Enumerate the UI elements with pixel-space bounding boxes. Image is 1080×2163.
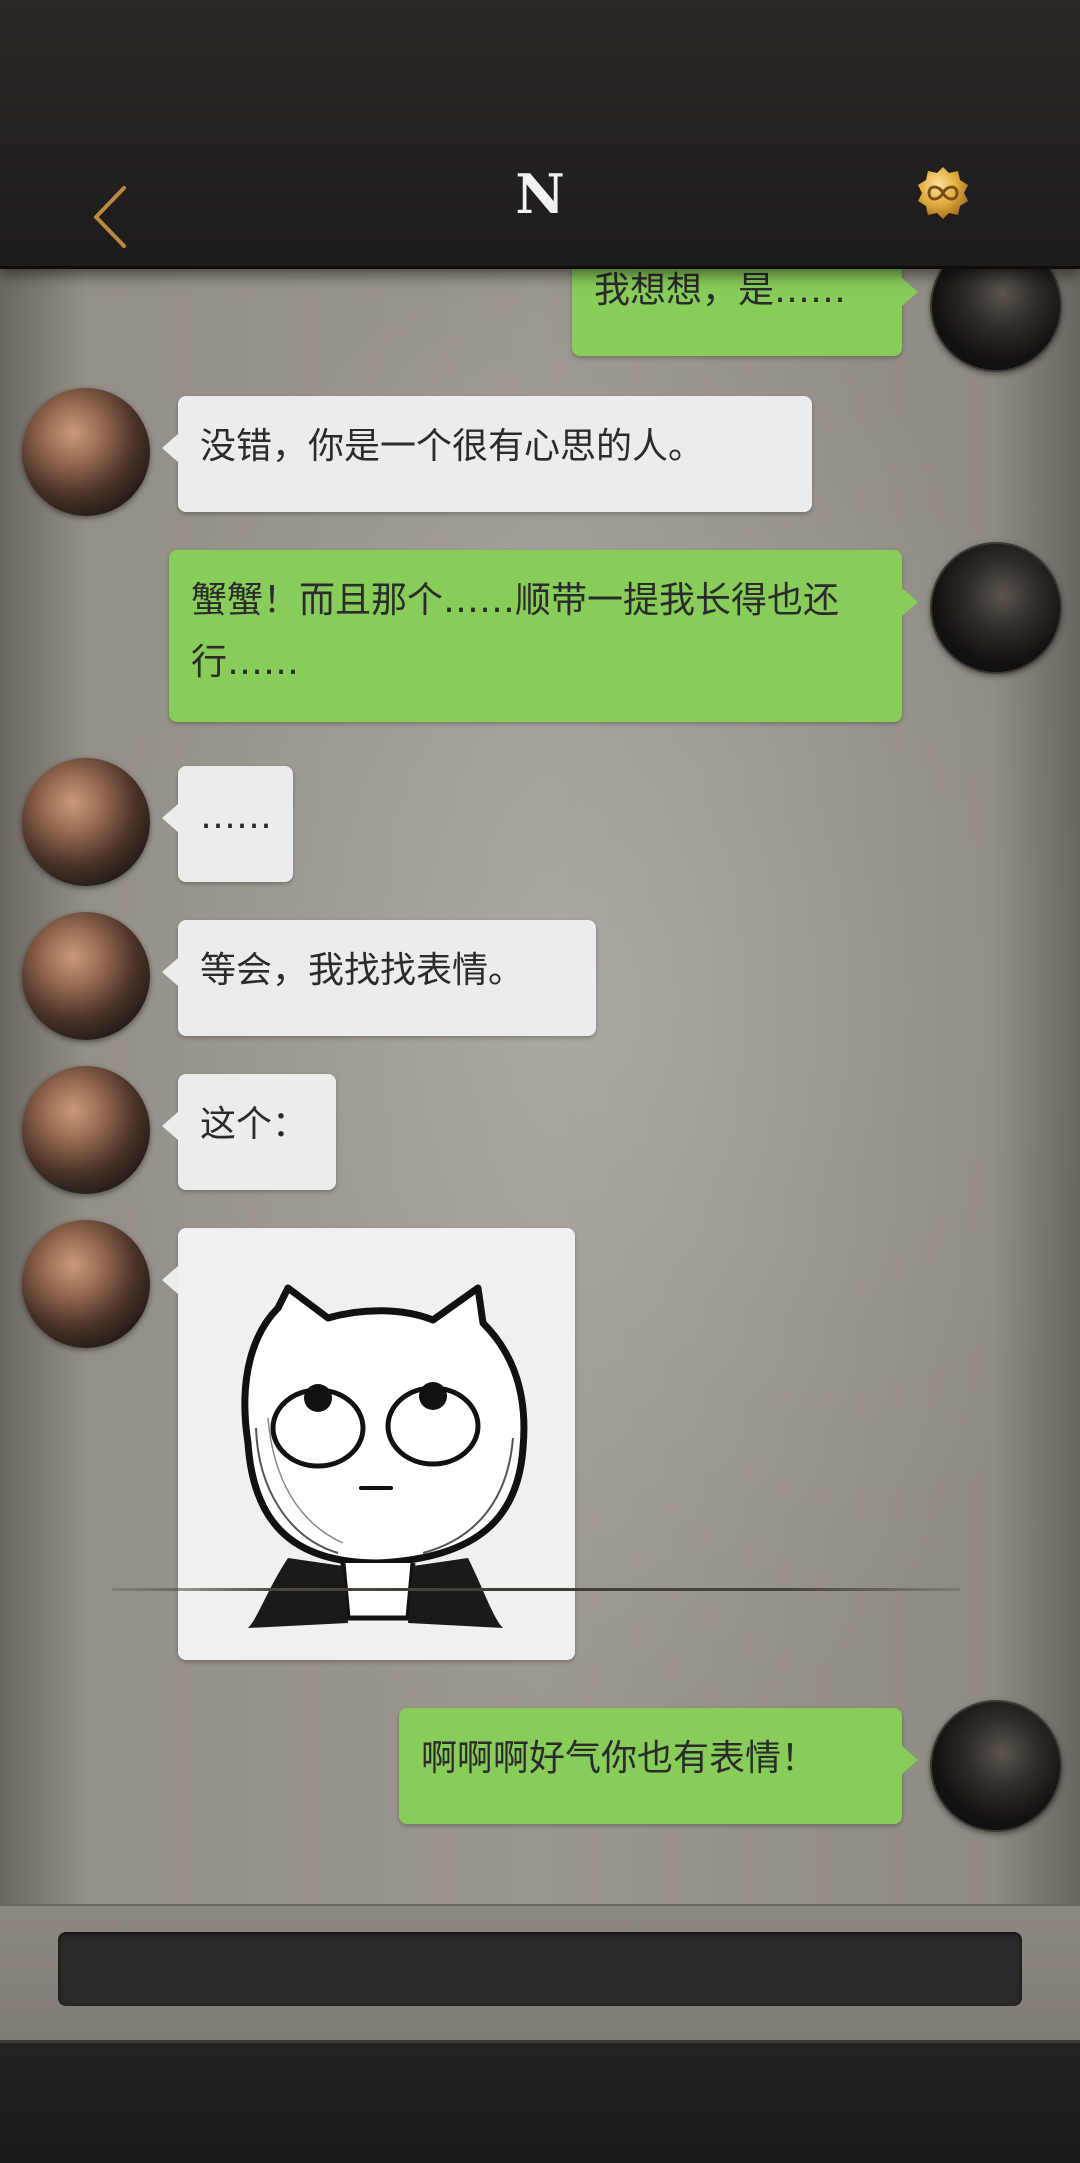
sticker-message[interactable] [162, 1228, 575, 1660]
top-header: N [0, 0, 1080, 269]
message-bubble-incoming[interactable]: 等会，我找找表情。 [162, 920, 596, 1036]
input-area [0, 1904, 1080, 2042]
message-text: 没错，你是一个很有心思的人。 [200, 426, 705, 467]
message-input[interactable] [58, 1932, 1022, 2006]
avatar-self[interactable] [930, 1700, 1062, 1832]
infinity-badge-icon [918, 167, 968, 219]
avatar-contact[interactable] [22, 912, 150, 1040]
message-text: 这个： [200, 1104, 309, 1145]
message-bubble-incoming[interactable]: 这个： [162, 1074, 336, 1190]
chat-end-divider [112, 1588, 960, 1591]
message-bubble-incoming[interactable]: …… [162, 766, 293, 882]
avatar-self[interactable] [930, 542, 1062, 674]
cartoon-cat-rolling-eyes-sticker [241, 1284, 528, 1628]
message-bubble-outgoing[interactable]: 我想想，是…… [572, 266, 918, 356]
chat-area[interactable]: 我想想，是…… 没错，你是一个很有心思的人。 蟹蟹！而且那个……顺带一提我长得也… [0, 266, 1080, 1904]
infinity-badge-button[interactable] [916, 166, 970, 220]
avatar-contact[interactable] [22, 758, 150, 886]
bottom-bar [0, 2040, 1080, 2163]
message-text: 等会，我找找表情。 [200, 950, 525, 991]
message-text: …… [200, 796, 272, 837]
avatar-contact[interactable] [22, 388, 150, 516]
message-text: 我想想，是…… [594, 270, 847, 311]
avatar-contact[interactable] [22, 1066, 150, 1194]
message-bubble-incoming[interactable]: 没错，你是一个很有心思的人。 [162, 396, 812, 512]
avatar-self[interactable] [930, 266, 1062, 372]
message-text: 啊啊啊好气你也有表情！ [421, 1738, 818, 1779]
message-text: 蟹蟹！而且那个……顺带一提我长得也还行…… [191, 580, 840, 683]
message-bubble-outgoing[interactable]: 啊啊啊好气你也有表情！ [399, 1708, 918, 1824]
message-bubble-outgoing[interactable]: 蟹蟹！而且那个……顺带一提我长得也还行…… [169, 550, 918, 722]
avatar-contact[interactable] [22, 1220, 150, 1348]
